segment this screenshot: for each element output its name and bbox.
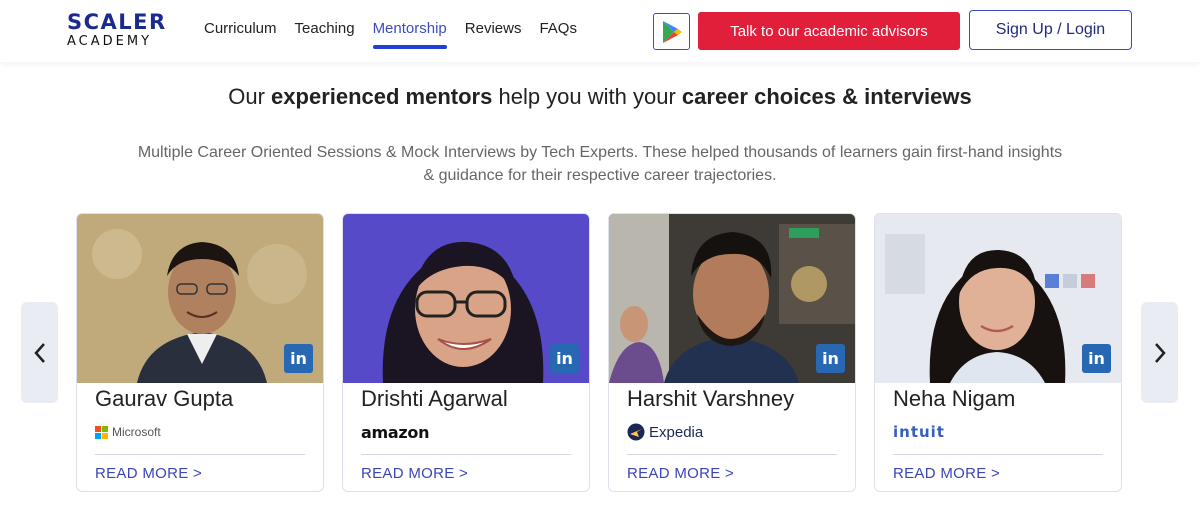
logo-wordmark: SCALER [67, 10, 167, 34]
headline-text-2: help you with your [492, 84, 682, 109]
expedia-logo-icon [627, 423, 645, 441]
mentor-name: Harshit Varshney [627, 386, 795, 411]
nav-curriculum[interactable]: Curriculum [204, 20, 277, 49]
company-name: Expedia [649, 423, 704, 441]
mentor-name: Drishti Agarwal [361, 386, 508, 411]
main-nav: Curriculum Teaching Mentorship Reviews F… [204, 20, 577, 49]
card-divider [95, 454, 305, 455]
company-logo-amazon: amazon [361, 420, 429, 444]
linkedin-icon[interactable]: in [284, 344, 313, 373]
company-logo-intuit: intuit [893, 420, 945, 444]
mentor-card: in Drishti Agarwal amazon READ MORE > [342, 213, 590, 492]
nav-teaching[interactable]: Teaching [295, 20, 355, 49]
carousel-prev-button[interactable] [21, 302, 58, 403]
google-play-button[interactable] [653, 13, 690, 50]
linkedin-icon[interactable]: in [1082, 344, 1111, 373]
company-name: amazon [361, 422, 430, 442]
read-more-link[interactable]: READ MORE > [361, 465, 468, 482]
subtitle-line-2: & guidance for their respective career t… [423, 167, 777, 184]
card-divider [627, 454, 837, 455]
read-more-link[interactable]: READ MORE > [95, 465, 202, 482]
microsoft-logo-icon [95, 425, 108, 439]
mentor-card: in Neha Nigam intuit READ MORE > [874, 213, 1122, 492]
site-header: SCALER ACADEMY Curriculum Teaching Mento… [0, 0, 1200, 62]
mentor-card: in Harshit Varshney Expedia READ MORE > [608, 213, 856, 492]
mentor-card: in Gaurav Gupta Microsoft READ MORE > [76, 213, 324, 492]
card-divider [893, 454, 1103, 455]
card-divider [361, 454, 571, 455]
nav-faqs[interactable]: FAQs [539, 20, 577, 49]
linkedin-icon[interactable]: in [816, 344, 845, 373]
linkedin-icon[interactable]: in [550, 344, 579, 373]
subtitle-line-1: Multiple Career Oriented Sessions & Mock… [137, 144, 1063, 161]
company-logo-expedia: Expedia [627, 420, 703, 444]
mentor-name: Neha Nigam [893, 386, 1016, 411]
company-name: intuit [893, 423, 945, 441]
section-headline: Our experienced mentors help you with yo… [0, 84, 1200, 110]
read-more-link[interactable]: READ MORE > [627, 465, 734, 482]
section-subtitle: Multiple Career Oriented Sessions & Mock… [90, 141, 1110, 187]
nav-reviews[interactable]: Reviews [465, 20, 522, 49]
headline-text-1: Our [228, 84, 272, 109]
headline-bold-1: experienced mentors [271, 84, 493, 109]
company-logo-microsoft: Microsoft [95, 420, 161, 444]
mentor-name: Gaurav Gupta [95, 386, 234, 411]
headline-bold-2: career choices & interviews [681, 84, 972, 109]
talk-to-advisors-button[interactable]: Talk to our academic advisors [698, 12, 960, 50]
chevron-left-icon [33, 342, 45, 363]
google-play-icon [662, 20, 682, 43]
signup-login-button[interactable]: Sign Up / Login [969, 10, 1132, 50]
carousel-next-button[interactable] [1141, 302, 1178, 403]
company-name: Microsoft [112, 425, 161, 439]
scaler-academy-logo[interactable]: SCALER ACADEMY [67, 12, 167, 50]
logo-subtext: ACADEMY [67, 34, 153, 49]
read-more-link[interactable]: READ MORE > [893, 465, 1000, 482]
chevron-right-icon [1154, 342, 1166, 363]
nav-mentorship[interactable]: Mentorship [372, 20, 447, 49]
